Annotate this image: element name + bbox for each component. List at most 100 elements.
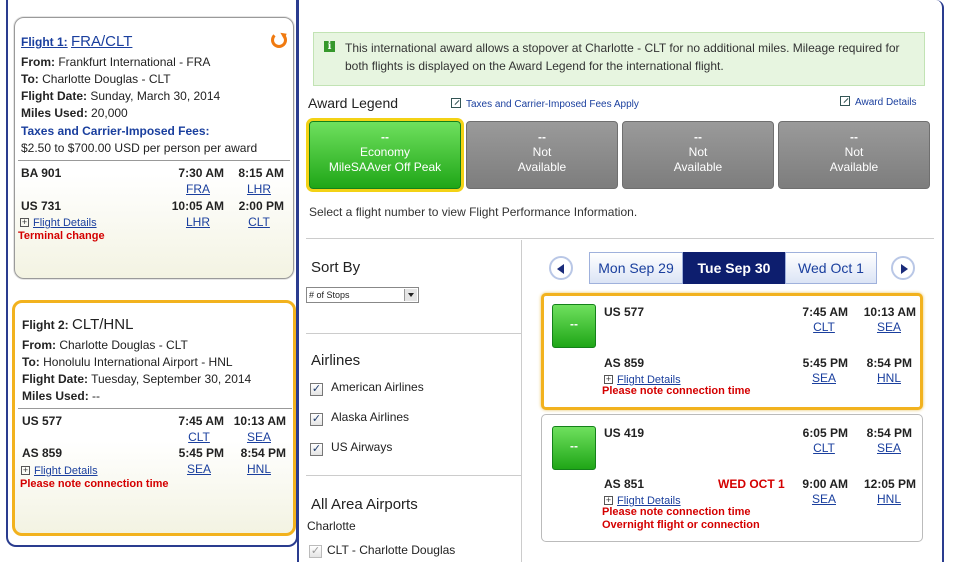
previous-day-icon[interactable] [549,256,573,280]
flight-1-prefix[interactable]: Flight 1: [21,35,68,49]
flight-details-link[interactable]: Flight Details [33,217,97,229]
info-icon: i [324,41,335,52]
flight-1-to: Charlotte Douglas - CLT [42,72,171,86]
flight-1-from: Frankfurt International - FRA [58,55,211,69]
award-line1: Not [844,145,864,159]
from-label: From: [21,55,55,69]
segment-arr-airport[interactable]: SEA [236,430,282,444]
airline-label: US Airways [331,440,393,454]
award-option-unavailable: -- Not Available [622,121,774,189]
segment-dep-airport[interactable]: CLT [176,430,222,444]
award-option-unavailable: -- Not Available [466,121,618,189]
segment-dep-airport[interactable]: FRA [175,182,221,196]
flight-details-toggle[interactable]: + Flight Details [20,215,97,229]
segment-dep-airport[interactable]: CLT [801,320,847,334]
plus-icon: + [20,217,29,228]
divider [18,408,292,409]
award-line1: Economy [359,145,411,159]
segment-flight-number[interactable]: US 577 [604,305,644,319]
miles-label: Miles Used: [21,106,88,120]
airlines-filter-title: Airlines [311,352,361,369]
flight-1-fees: $2.50 to $700.00 USD per person per awar… [21,141,258,155]
award-line2: MileSAAver Off Peak [328,160,442,174]
clt-airport-checkbox: ✓ [309,545,322,558]
plus-icon: + [604,374,613,385]
flight-details-link[interactable]: Flight Details [34,465,98,477]
award-miles: -- [538,130,546,144]
segment-arr-time: 8:54 PM [866,426,912,440]
segment-flight-number[interactable]: BA 901 [21,166,61,180]
fees-label: Taxes and Carrier-Imposed Fees: [21,124,210,138]
segment-flight-number[interactable]: US 731 [21,199,61,213]
airline-label: American Airlines [331,380,424,394]
alaska-airlines-checkbox[interactable]: ✓ [310,413,323,426]
award-line1: Not [688,145,708,159]
select-flight-button[interactable]: -- [552,426,596,470]
chevron-down-icon[interactable] [404,289,417,301]
segment-dep-airport[interactable]: LHR [175,215,221,229]
segment-arr-time: 8:54 PM [866,356,912,370]
segment-arr-time: 10:13 AM [233,414,286,428]
flight-1-route[interactable]: FRA/CLT [71,33,132,50]
segment-arr-airport[interactable]: LHR [236,182,282,196]
segment-dep-time: 10:05 AM [171,199,224,213]
external-link-icon [451,98,461,108]
segment-flight-number[interactable]: US 577 [22,414,62,428]
connection-time-notice: Please note connection time [20,478,169,490]
airport-label: CLT - Charlotte Douglas [327,543,456,557]
flight-details-toggle[interactable]: + Flight Details [604,493,681,507]
award-option-economy[interactable]: -- Economy MileSAAver Off Peak [309,121,461,189]
segment-arr-airport[interactable]: SEA [866,320,912,334]
date-tab-tue-sep-30[interactable]: Tue Sep 30 [683,252,785,284]
fees-apply-text[interactable]: Taxes and Carrier-Imposed Fees Apply [466,99,639,110]
next-day-icon[interactable] [891,256,915,280]
segment-dep-time: 9:00 AM [802,477,848,491]
segment-dep-time: 5:45 PM [802,356,848,370]
segment-arr-airport[interactable]: HNL [866,492,912,506]
area-airports-title: All Area Airports [311,496,418,513]
flight-details-toggle[interactable]: + Flight Details [21,463,98,477]
select-flight-button[interactable]: -- [552,304,596,348]
flight-2-title[interactable]: Flight 2: CLT/HNL [22,316,133,333]
date-tab-mon-sep-29[interactable]: Mon Sep 29 [589,252,683,284]
divider [18,160,290,161]
plus-icon: + [604,495,613,506]
to-label: To: [21,72,39,86]
segment-flight-number[interactable]: AS 851 [604,477,644,491]
segment-dep-airport[interactable]: SEA [801,492,847,506]
connection-time-notice: Please note connection time [602,506,751,518]
segment-arr-airport[interactable]: SEA [866,441,912,455]
segment-dep-airport[interactable]: CLT [801,441,847,455]
segment-dep-airport[interactable]: SEA [176,462,222,476]
flight-details-toggle[interactable]: + Flight Details [604,372,681,386]
segment-flight-number[interactable]: US 419 [604,426,644,440]
date-tab-wed-oct-1[interactable]: Wed Oct 1 [785,252,877,284]
award-legend-title: Award Legend [308,95,399,111]
segment-dep-time: 7:30 AM [178,166,224,180]
segment-arr-airport[interactable]: HNL [866,371,912,385]
award-details-text[interactable]: Award Details [855,97,917,108]
segment-arr-airport[interactable]: CLT [236,215,282,229]
airport-city: Charlotte [307,519,356,533]
segment-dep-airport[interactable]: SEA [801,371,847,385]
connection-time-notice: Please note connection time [602,385,751,397]
external-link-icon [840,96,850,106]
flight-1-title[interactable]: Flight 1: FRA/CLT [21,33,132,50]
sort-select[interactable]: # of Stops [306,287,419,303]
refresh-icon[interactable] [271,32,287,48]
segment-flight-number[interactable]: AS 859 [22,446,62,460]
award-details-link[interactable]: Award Details [840,96,917,108]
segment-dep-time: 5:45 PM [178,446,224,460]
segment-arr-time: 10:13 AM [863,305,916,319]
segment-flight-number[interactable]: AS 859 [604,356,644,370]
segment-arr-time: 2:00 PM [238,199,284,213]
us-airways-checkbox[interactable]: ✓ [310,443,323,456]
american-airlines-checkbox[interactable]: ✓ [310,383,323,396]
divider [521,240,522,562]
sort-by-title: Sort By [311,259,361,276]
segment-arr-airport[interactable]: HNL [236,462,282,476]
segment-arr-time: 8:54 PM [240,446,286,460]
date-label: Flight Date: [21,89,87,103]
award-line1: Not [532,145,552,159]
fees-apply-link[interactable]: Taxes and Carrier-Imposed Fees Apply [451,98,639,110]
